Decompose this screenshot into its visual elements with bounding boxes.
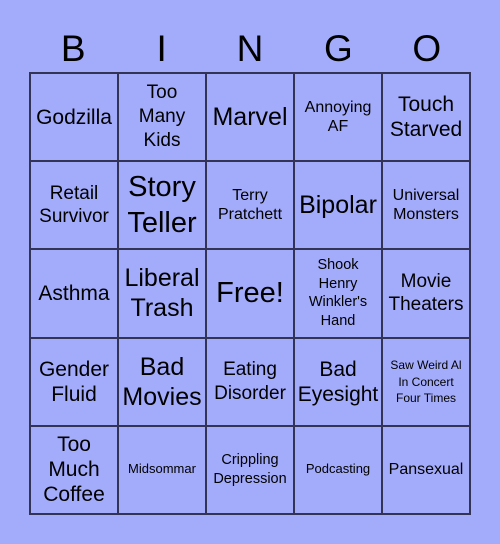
header-letter-o: O [412, 28, 442, 69]
bingo-grid: Godzilla Too Many Kids Marvel Annoying AF To… [29, 72, 471, 515]
header-letter-b: B [60, 28, 86, 69]
bingo-cell[interactable]: Liberal Trash [118, 249, 206, 338]
bingo-cell[interactable]: Bipolar [294, 161, 382, 250]
bingo-cell[interactable]: Shook Henry Winkler's Hand [294, 249, 382, 338]
header-letter-i: I [156, 28, 167, 69]
bingo-cell-text: Asthma [38, 281, 110, 305]
bingo-cell-text: Midsommar [128, 461, 196, 477]
bingo-cell[interactable]: Annoying AF [294, 73, 382, 162]
bingo-cell-text: Retail Survivor [39, 182, 109, 228]
bingo-cell[interactable]: Universal Monsters [382, 161, 470, 250]
bingo-cell[interactable]: Eating Disorder [206, 337, 294, 426]
bingo-cell-text: Bipolar [299, 191, 377, 220]
bingo-cell-free[interactable]: Free! [206, 249, 294, 338]
bingo-cell[interactable]: Crippling Depression [206, 425, 294, 514]
bingo-cell[interactable]: Terry Pratchett [206, 161, 294, 250]
bingo-cell-text: Liberal Trash [124, 264, 200, 323]
header-letter-n: N [236, 28, 264, 69]
bingo-cell-text: Too Many Kids [138, 82, 186, 151]
bingo-cell-text: Movie Theaters [388, 270, 464, 316]
bingo-cell[interactable]: Too Much Coffee [30, 425, 118, 514]
bingo-cell-text: Podcasting [305, 461, 371, 477]
bingo-card-page: B I N G O Godzilla Too Many Kids Marvel Ann… [0, 0, 500, 544]
bingo-cell-text: Free! [216, 277, 284, 310]
bingo-cell-text: Shook Henry Winkler's Hand [308, 256, 368, 330]
bingo-cell-text: Pansexual [388, 461, 464, 479]
bingo-cell-text: Eating Disorder [214, 358, 286, 404]
bingo-cell[interactable]: Touch Starved [382, 73, 470, 162]
bingo-cell[interactable]: Retail Survivor [30, 161, 118, 250]
bingo-cell-text: Bad Movies [122, 352, 202, 411]
bingo-cell-text: Story Teller [127, 171, 197, 240]
bingo-cell-text: Annoying AF [304, 98, 372, 136]
bingo-cell-text: Marvel [212, 103, 288, 132]
bingo-cell-text: Godzilla [36, 105, 112, 129]
bingo-cell-text: Gender Fluid [38, 357, 110, 406]
bingo-cell[interactable]: Godzilla [30, 73, 118, 162]
bingo-cell-text: Bad Eyesight [297, 357, 379, 406]
header-letter-g: G [324, 28, 353, 69]
bingo-cell[interactable]: Asthma [30, 249, 118, 338]
bingo-cell-text: Saw Weird Al In Concert Four Times [390, 358, 462, 405]
bingo-cell-text: Crippling Depression [213, 452, 287, 487]
bingo-cell[interactable]: Gender Fluid [30, 337, 118, 426]
bingo-cell[interactable]: Bad Movies [118, 337, 206, 426]
bingo-cell-text: Universal Monsters [392, 187, 460, 224]
bingo-cell-text: Too Much Coffee [43, 433, 105, 507]
bingo-cell[interactable]: Story Teller [118, 161, 206, 250]
bingo-cell[interactable]: Bad Eyesight [294, 337, 382, 426]
bingo-cell[interactable]: Pansexual [382, 425, 470, 514]
bingo-header: B I N G O [29, 26, 471, 72]
bingo-cell[interactable]: Movie Theaters [382, 249, 470, 338]
bingo-cell[interactable]: Saw Weird Al In Concert Four Times [382, 337, 470, 426]
bingo-cell[interactable]: Marvel [206, 73, 294, 162]
bingo-cell-text: Touch Starved [389, 92, 463, 142]
bingo-cell[interactable]: Too Many Kids [118, 73, 206, 162]
bingo-cell[interactable]: Podcasting [294, 425, 382, 514]
bingo-cell-text: Terry Pratchett [217, 187, 283, 224]
bingo-cell[interactable]: Midsommar [118, 425, 206, 514]
